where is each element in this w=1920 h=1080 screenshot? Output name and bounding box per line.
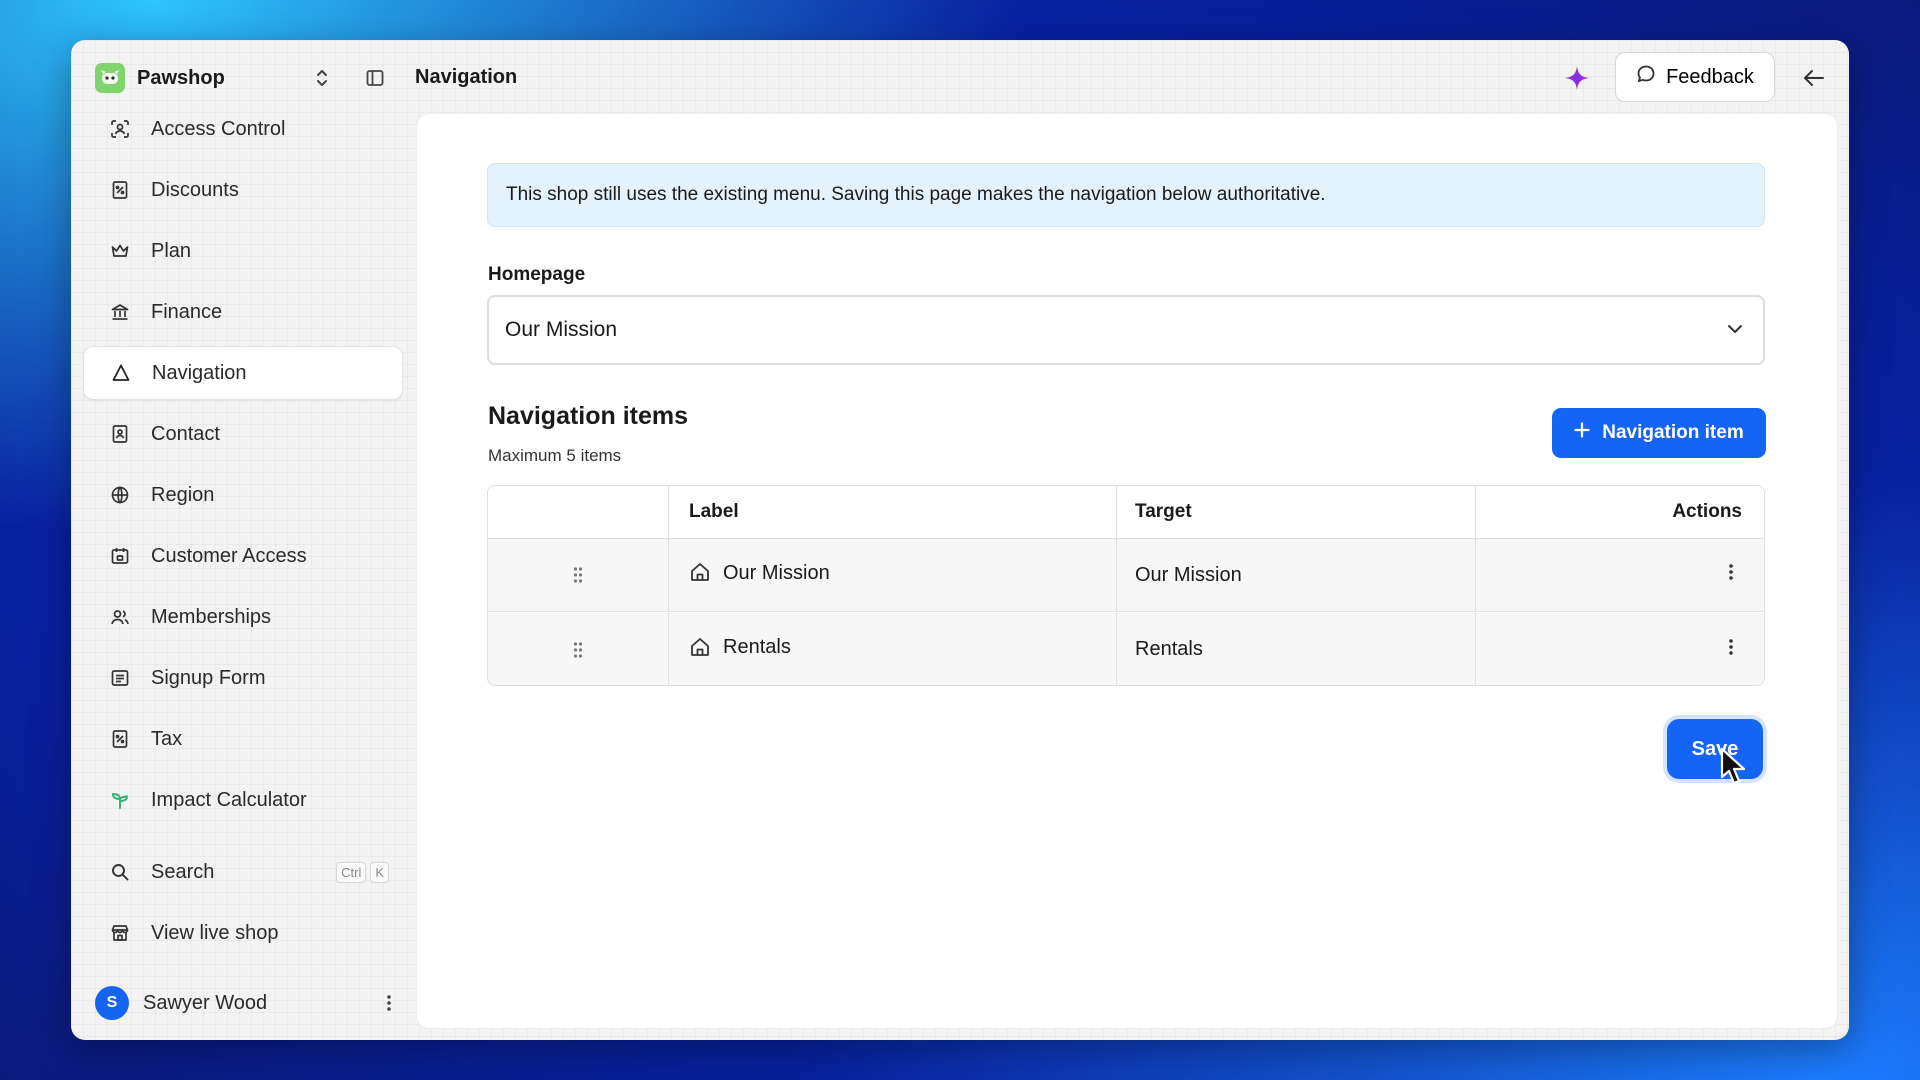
sidebar-search[interactable]: Search Ctrl K (83, 845, 403, 899)
sidebar-item-access-control[interactable]: Access Control (83, 102, 403, 156)
sidebar-item-label: Tax (151, 727, 183, 750)
header-label: Label (669, 486, 1117, 538)
brand-name: Pawshop (137, 66, 225, 89)
brand-switcher[interactable]: Pawshop (95, 63, 225, 93)
app-window: Pawshop Navigation Feedback Access Contr… (71, 40, 1849, 1040)
crown-icon (109, 240, 131, 262)
row-target: Our Mission (1117, 539, 1476, 611)
sidebar-item-label: Plan (151, 239, 192, 262)
arrow-left-icon[interactable] (1798, 62, 1830, 94)
ai-sparkle-icon[interactable] (1561, 62, 1593, 94)
header-actions: Actions (1672, 501, 1742, 522)
drag-handle-icon[interactable] (488, 613, 669, 685)
user-name: Sawyer Wood (143, 991, 268, 1014)
sidebar-item-signup-form[interactable]: Signup Form (83, 651, 403, 705)
view-live-shop-label: View live shop (151, 921, 279, 944)
row-label: Rentals (723, 636, 791, 658)
feedback-label: Feedback (1666, 65, 1754, 88)
view-live-shop-link[interactable]: View live shop (83, 906, 403, 960)
kbd-ctrl: Ctrl (336, 861, 367, 883)
row-actions (1476, 613, 1764, 685)
sidebar-item-label: Region (151, 483, 215, 506)
homepage-select-value: Our Mission (505, 318, 618, 341)
more-vertical-icon[interactable] (378, 988, 400, 1018)
sidebar-item-discounts[interactable]: Discounts (83, 163, 403, 217)
globe-icon (109, 484, 131, 506)
home-icon (689, 636, 711, 664)
sidebar-item-tax[interactable]: Tax (83, 712, 403, 766)
table-row: Our Mission Our Mission (488, 539, 1764, 612)
sidebar-item-label: Contact (151, 422, 220, 445)
bank-icon (109, 301, 131, 323)
sidebar-item-finance[interactable]: Finance (83, 285, 403, 339)
chevron-down-icon (1725, 319, 1745, 345)
sidebar-item-label: Impact Calculator (151, 788, 307, 811)
storefront-icon (109, 922, 131, 944)
section-title: Navigation items (488, 402, 689, 430)
sidebar-toggle-icon[interactable] (362, 65, 388, 91)
calendar-lock-icon (109, 545, 131, 567)
main-panel: This shop still uses the existing menu. … (417, 114, 1837, 1028)
sprout-icon (109, 789, 131, 811)
add-navigation-item-button[interactable]: Navigation item (1552, 408, 1766, 458)
sidebar-item-label: Signup Form (151, 666, 266, 689)
home-icon (689, 561, 711, 589)
sidebar-item-label: Memberships (151, 605, 272, 628)
triangle-icon (110, 362, 132, 384)
info-banner: This shop still uses the existing menu. … (487, 163, 1765, 227)
navigation-items-table: Label Target Actions Our Mission Our Mis… (487, 485, 1765, 686)
sidebar-item-memberships[interactable]: Memberships (83, 590, 403, 644)
kbd-k: K (370, 861, 389, 883)
user-profile[interactable]: S Sawyer Wood (95, 985, 400, 1021)
row-target: Rentals (1117, 613, 1476, 685)
plus-icon (1574, 422, 1590, 444)
form-icon (109, 667, 131, 689)
row-actions (1476, 539, 1764, 611)
page-title: Navigation (415, 66, 518, 88)
sidebar-item-navigation[interactable]: Navigation (83, 346, 403, 400)
chat-bubble-icon (1636, 64, 1656, 90)
sidebar-item-label: Access Control (151, 117, 286, 140)
drag-handle-icon[interactable] (488, 539, 669, 611)
search-label: Search (151, 860, 215, 883)
keyboard-shortcut: Ctrl K (336, 861, 389, 883)
homepage-select[interactable]: Our Mission (487, 295, 1765, 365)
sidebar-item-contact[interactable]: Contact (83, 407, 403, 461)
sidebar-item-customer-access[interactable]: Customer Access (83, 529, 403, 583)
scan-face-icon (109, 118, 131, 140)
sidebar-item-label: Finance (151, 300, 223, 323)
row-label-cell: Our Mission (669, 539, 1117, 611)
header-drag-column (488, 486, 669, 538)
row-label: Our Mission (723, 561, 830, 584)
row-label-cell: Rentals (669, 613, 1117, 685)
add-navigation-item-label: Navigation item (1602, 422, 1744, 443)
homepage-label: Homepage (488, 264, 586, 285)
table-row: Rentals Rentals (488, 613, 1764, 685)
more-vertical-icon[interactable] (1728, 637, 1734, 663)
users-icon (109, 606, 131, 628)
sidebar-item-label: Customer Access (151, 544, 307, 567)
sidebar-item-region[interactable]: Region (83, 468, 403, 522)
chevrons-up-down-icon[interactable] (309, 65, 335, 91)
mouse-cursor-icon (1720, 747, 1750, 792)
sidebar-item-plan[interactable]: Plan (83, 224, 403, 278)
table-header: Label Target Actions (488, 486, 1764, 539)
feedback-button[interactable]: Feedback (1615, 52, 1775, 102)
avatar: S (95, 986, 129, 1020)
more-vertical-icon[interactable] (1728, 562, 1734, 588)
header-target: Target (1117, 486, 1476, 538)
section-subtitle: Maximum 5 items (488, 446, 622, 465)
percent-receipt-icon (109, 728, 131, 750)
percent-receipt-icon (109, 179, 131, 201)
sidebar-item-label: Discounts (151, 178, 239, 201)
brand-logo-icon (95, 63, 125, 93)
sidebar-item-label: Navigation (152, 361, 247, 384)
sidebar-item-impact-calculator[interactable]: Impact Calculator (83, 773, 403, 827)
search-icon (109, 861, 131, 883)
contact-book-icon (109, 423, 131, 445)
